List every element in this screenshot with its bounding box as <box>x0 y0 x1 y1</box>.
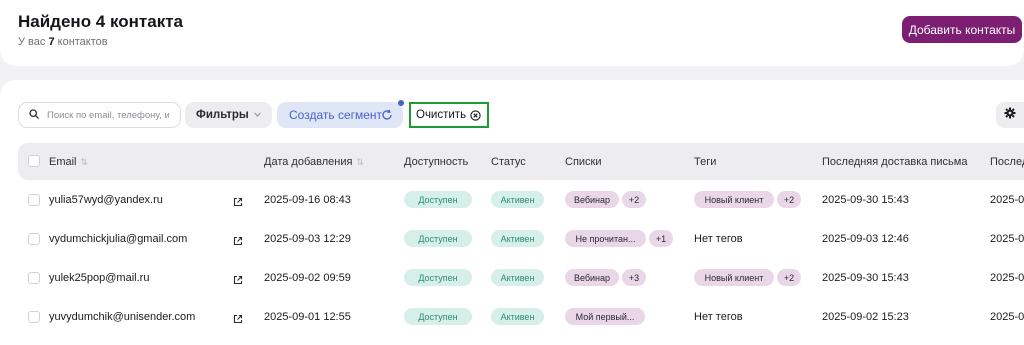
external-link-icon[interactable] <box>233 194 243 212</box>
contacts-summary: У вас 7 контактов <box>18 36 108 48</box>
gear-icon <box>1004 106 1016 124</box>
last-cut-cell: 2025-0 <box>990 272 1024 284</box>
email-cell: yulia57wyd@yandex.ru <box>49 194 163 206</box>
last-delivery-cell: 2025-09-03 12:46 <box>822 233 909 245</box>
tag-badge: Новый клиент <box>694 269 774 286</box>
table-row[interactable]: yuvydumchik@unisender.com 2025-09-01 12:… <box>18 298 1024 337</box>
list-more-badge[interactable]: +1 <box>649 230 673 247</box>
email-cell: vydumchickjulia@gmail.com <box>49 233 188 245</box>
create-segment-label: Создать сегмент <box>289 108 383 122</box>
row-checkbox[interactable] <box>28 194 40 206</box>
email-cell: yulek25pop@mail.ru <box>49 272 150 284</box>
chevron-down-icon <box>253 110 262 122</box>
availability-badge: Доступен <box>404 230 472 247</box>
list-more-badge[interactable]: +3 <box>622 269 646 286</box>
summary-suffix: контактов <box>54 36 108 48</box>
refresh-icon <box>381 109 393 124</box>
tag-badge: Новый клиент <box>694 191 774 208</box>
external-link-icon[interactable] <box>233 272 243 290</box>
no-tags-cell: Нет тегов <box>694 311 743 323</box>
column-last-cut: Послед <box>990 156 1024 168</box>
list-badge: Мой первый... <box>565 308 645 325</box>
last-cut-cell: 2025-0 <box>990 194 1024 206</box>
date-added-cell: 2025-09-03 12:29 <box>264 233 351 245</box>
no-tags-cell: Нет тегов <box>694 233 743 245</box>
date-added-cell: 2025-09-16 08:43 <box>264 194 351 206</box>
availability-badge: Доступен <box>404 191 472 208</box>
table-row[interactable]: vydumchickjulia@gmail.com 2025-09-03 12:… <box>18 220 1024 259</box>
availability-badge: Доступен <box>404 269 472 286</box>
row-checkbox[interactable] <box>28 233 40 245</box>
column-availability: Доступность <box>404 156 469 168</box>
status-badge: Активен <box>491 308 544 325</box>
email-cell: yuvydumchik@unisender.com <box>49 311 196 323</box>
search-box[interactable] <box>18 102 181 128</box>
external-link-icon[interactable] <box>233 311 243 329</box>
select-all-checkbox[interactable] <box>28 155 40 167</box>
tag-more-badge[interactable]: +2 <box>777 191 801 208</box>
last-delivery-cell: 2025-09-30 15:43 <box>822 194 909 206</box>
date-added-cell: 2025-09-01 12:55 <box>264 311 351 323</box>
column-status: Статус <box>491 156 526 168</box>
filters-label: Фильтры <box>196 109 249 121</box>
sort-icon: ⇅ <box>356 157 364 167</box>
column-tags: Теги <box>694 156 717 168</box>
external-link-icon[interactable] <box>233 233 243 251</box>
search-input[interactable] <box>47 109 169 121</box>
page-title: Найдено 4 контакта <box>18 12 183 31</box>
clear-filters-button[interactable]: Очистить <box>409 102 489 128</box>
list-badge: Не прочитан... <box>565 230 646 247</box>
list-more-badge[interactable]: +2 <box>622 191 646 208</box>
filters-dropdown[interactable]: Фильтры <box>185 102 272 128</box>
table-row[interactable]: yulia57wyd@yandex.ru 2025-09-16 08:43 До… <box>18 181 1024 220</box>
column-date-label: Дата добавления <box>264 156 353 168</box>
column-email[interactable]: Email ⇅ <box>49 156 88 168</box>
list-badge: Вебинар <box>565 191 619 208</box>
last-cut-cell: 2025-0 <box>990 233 1024 245</box>
availability-badge: Доступен <box>404 308 472 325</box>
tag-more-badge[interactable]: +2 <box>777 269 801 286</box>
table-header: Email ⇅ Дата добавления ⇅ Доступность Стат… <box>18 143 1024 180</box>
create-segment-button[interactable]: Создать сегмент <box>277 102 403 128</box>
sort-icon: ⇅ <box>80 157 89 167</box>
date-added-cell: 2025-09-02 09:59 <box>264 272 351 284</box>
last-delivery-cell: 2025-09-30 15:43 <box>822 272 909 284</box>
list-badge: Вебинар <box>565 269 619 286</box>
close-circle-icon <box>470 110 481 124</box>
status-badge: Активен <box>491 191 544 208</box>
column-lists: Списки <box>565 156 602 168</box>
column-date-added[interactable]: Дата добавления ⇅ <box>264 156 364 168</box>
last-cut-cell: 2025-0 <box>990 311 1024 323</box>
row-checkbox[interactable] <box>28 311 40 323</box>
add-contacts-button[interactable]: Добавить контакты <box>902 16 1022 43</box>
last-delivery-cell: 2025-09-02 15:23 <box>822 311 909 323</box>
search-icon <box>29 106 39 124</box>
column-last-delivery: Последняя доставка письма <box>822 156 968 168</box>
header-card: Найдено 4 контакта У вас 7 контактов Доб… <box>0 0 1024 66</box>
summary-prefix: У вас <box>18 36 49 48</box>
status-badge: Активен <box>491 230 544 247</box>
status-badge: Активен <box>491 269 544 286</box>
notification-dot <box>398 100 404 106</box>
table-settings-button[interactable] <box>996 102 1024 128</box>
clear-label: Очистить <box>416 109 467 121</box>
row-checkbox[interactable] <box>28 272 40 284</box>
table-row[interactable]: yulek25pop@mail.ru 2025-09-02 09:59 Дост… <box>18 259 1024 298</box>
column-email-label: Email <box>49 156 77 168</box>
